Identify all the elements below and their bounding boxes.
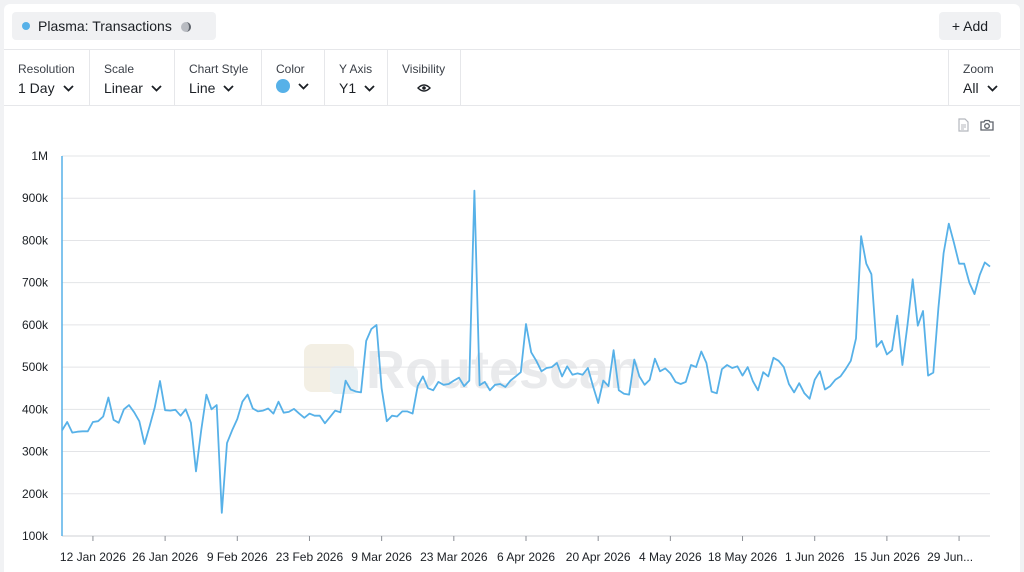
y-tick-label: 200k <box>22 487 49 501</box>
scale-select[interactable]: Linear <box>104 80 162 96</box>
chevron-down-icon <box>298 82 309 90</box>
x-tick-label: 4 May 2026 <box>639 550 702 564</box>
y-tick-label: 600k <box>22 318 49 332</box>
y-axis-select[interactable]: Y1 <box>339 80 375 96</box>
y-axis-control[interactable]: Y Axis Y1 <box>325 50 388 105</box>
color-control[interactable]: Color <box>262 50 325 105</box>
top-bar: Plasma: Transactions + Add <box>4 4 1020 48</box>
x-tick-label: 12 Jan 2026 <box>60 550 126 564</box>
y-axis-value: Y1 <box>339 80 357 96</box>
x-tick-label: 9 Mar 2026 <box>351 550 412 564</box>
x-tick-label: 1 Jun 2026 <box>785 550 845 564</box>
scale-control[interactable]: Scale Linear <box>90 50 175 105</box>
chart-style-control[interactable]: Chart Style Line <box>175 50 262 105</box>
x-tick-label: 29 Jun... <box>927 550 973 564</box>
chart-style-value: Line <box>189 80 216 96</box>
add-button[interactable]: + Add <box>939 12 1001 40</box>
chevron-down-icon <box>364 84 375 92</box>
zoom-label: Zoom <box>963 62 994 76</box>
line-chart: Routescan 100k200k300k400k500k600k700k80… <box>22 149 991 564</box>
resolution-select[interactable]: 1 Day <box>18 80 74 96</box>
series-color-dot <box>22 22 30 30</box>
color-swatch <box>276 79 290 93</box>
eye-icon <box>417 84 431 92</box>
scale-label: Scale <box>104 62 135 76</box>
x-tick-label: 6 Apr 2026 <box>497 550 555 564</box>
y-tick-label: 900k <box>22 191 49 205</box>
chart-style-select[interactable]: Line <box>189 80 235 96</box>
y-tick-label: 100k <box>22 529 49 543</box>
visibility-control[interactable]: Visibility <box>388 50 461 105</box>
zoom-select[interactable]: All <box>963 80 998 96</box>
y-tick-label: 400k <box>22 402 49 416</box>
y-axis-ticks: 100k 200k 300k 400k 500k 600k 700k 800k 900k 1M <box>22 149 49 543</box>
visibility-toggle[interactable] <box>417 83 431 93</box>
chevron-down-icon <box>62 84 74 92</box>
x-tick-label: 23 Feb 2026 <box>276 550 344 564</box>
series-label: Plasma: Transactions <box>38 18 172 34</box>
chevron-down-icon <box>151 84 162 92</box>
zoom-value: All <box>963 80 979 96</box>
zoom-control[interactable]: Zoom All <box>948 50 1020 105</box>
chart-controls: Resolution 1 Day Scale Linear Chart Styl… <box>4 49 1020 106</box>
y-tick-label: 800k <box>22 233 49 247</box>
resolution-label: Resolution <box>18 62 75 76</box>
chevron-down-icon <box>986 84 998 92</box>
spinner-icon <box>180 20 192 32</box>
y-tick-label: 300k <box>22 445 49 459</box>
y-tick-label: 500k <box>22 360 49 374</box>
y-tick-label: 700k <box>22 276 49 290</box>
chevron-down-icon <box>223 84 235 92</box>
x-tick-label: 15 Jun 2026 <box>854 550 920 564</box>
x-tick-label: 18 May 2026 <box>708 550 778 564</box>
chart-panel: Plasma: Transactions + Add Resolution 1 … <box>4 4 1020 572</box>
resolution-control[interactable]: Resolution 1 Day <box>4 50 90 105</box>
x-tick-label: 23 Mar 2026 <box>420 550 488 564</box>
x-tick-label: 26 Jan 2026 <box>132 550 198 564</box>
scale-value: Linear <box>104 80 143 96</box>
series-tag[interactable]: Plasma: Transactions <box>12 12 216 40</box>
visibility-label: Visibility <box>402 62 446 76</box>
color-select[interactable] <box>276 79 309 93</box>
x-axis-ticks: 12 Jan 2026 26 Jan 2026 9 Feb 2026 23 Feb 2… <box>60 536 973 564</box>
color-label: Color <box>276 62 305 76</box>
resolution-value: 1 Day <box>18 80 55 96</box>
x-tick-label: 20 Apr 2026 <box>566 550 631 564</box>
chart-style-label: Chart Style <box>189 62 249 76</box>
x-tick-label: 9 Feb 2026 <box>207 550 268 564</box>
y-tick-label: 1M <box>31 149 48 163</box>
y-axis-label: Y Axis <box>339 62 373 76</box>
